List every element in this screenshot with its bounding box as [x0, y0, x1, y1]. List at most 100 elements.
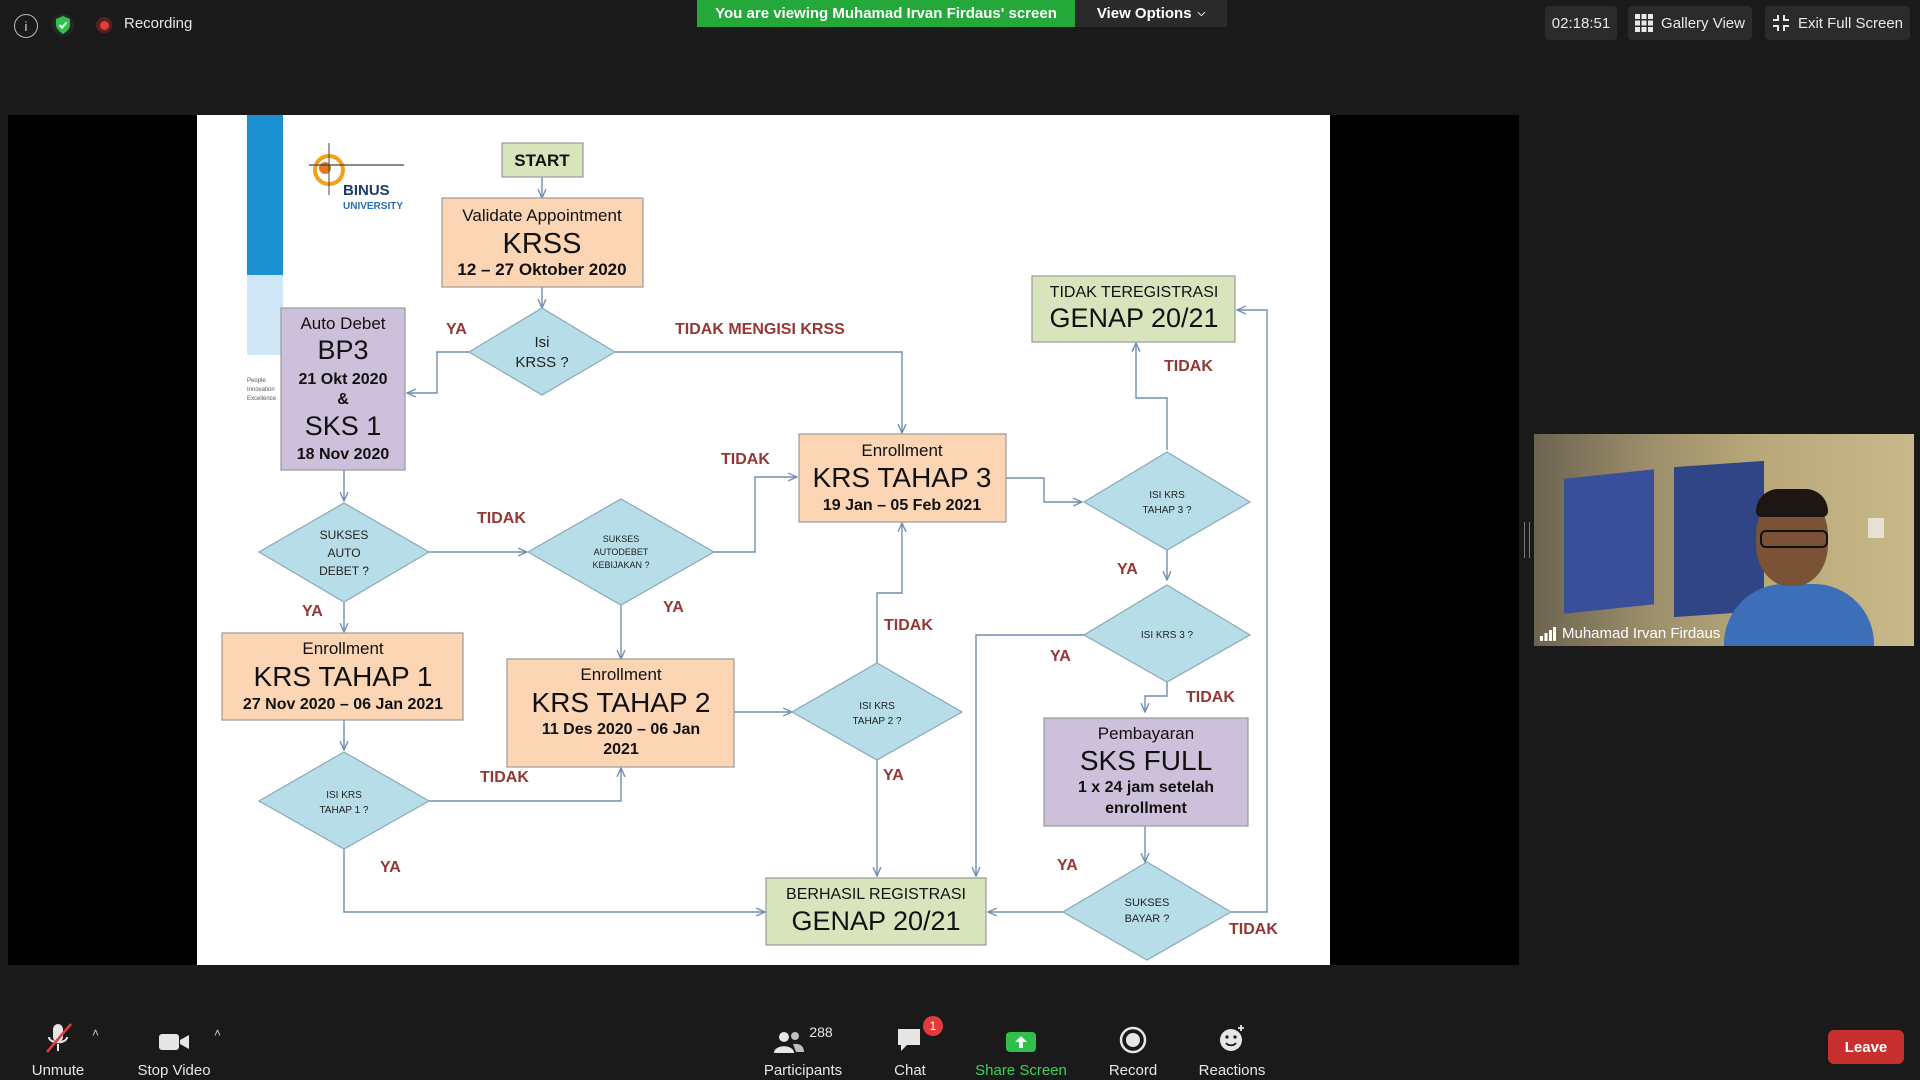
sukses-bayar-line2: BAYAR ?	[1125, 913, 1170, 925]
info-icon[interactable]: i	[14, 14, 38, 38]
svg-text:Innovation: Innovation	[247, 387, 275, 393]
side-accent-fade	[247, 275, 283, 355]
unmute-button[interactable]: Unmute	[28, 1018, 88, 1079]
label-tidak-kebijakan: TIDAK	[721, 451, 770, 468]
krs2-date1: 11 Des 2020 – 06 Jan	[542, 721, 700, 738]
record-button[interactable]: Record	[1100, 1018, 1166, 1079]
video-camera-icon	[159, 1034, 189, 1050]
viewing-banner: You are viewing Muhamad Irvan Firdaus' s…	[697, 0, 1075, 27]
microphone-muted-icon	[46, 1023, 72, 1053]
gallery-view-button[interactable]: Gallery View	[1628, 6, 1752, 40]
side-tagline: People Innovation Excellence	[247, 378, 277, 402]
krs3-big: KRS TAHAP 3	[813, 462, 992, 493]
isi-krs3-tahap-line1: ISI KRS	[1149, 490, 1185, 501]
sukses-bayar-line1: SUKSES	[1125, 897, 1170, 909]
label-tidak-mengisi-krss: TIDAK MENGISI KRSS	[675, 321, 845, 338]
validate-big: KRSS	[503, 228, 582, 260]
participants-label: Participants	[763, 1062, 843, 1079]
participant-name: Muhamad Irvan Firdaus	[1562, 625, 1721, 642]
record-icon	[1119, 1026, 1147, 1054]
krs2-big: KRS TAHAP 2	[532, 687, 711, 718]
label-tidak-auto: TIDAK	[477, 510, 526, 527]
isi-krs-tahap-3-diamond	[1082, 451, 1252, 551]
label-ya-tahap2: YA	[883, 767, 904, 784]
reactions-smiley-icon	[1220, 1025, 1244, 1051]
exit-fullscreen-icon	[1772, 15, 1789, 31]
label-ya-tahap3: YA	[1117, 561, 1138, 578]
krs2-top: Enrollment	[580, 665, 662, 684]
timer-text: 02:18:51	[1551, 14, 1611, 32]
tidak-teregistrasi-top: TIDAK TEREGISTRASI	[1050, 284, 1219, 301]
krs3-date: 19 Jan – 05 Feb 2021	[823, 497, 981, 514]
isi-krs2-line2: TAHAP 2 ?	[852, 716, 902, 727]
krs3-top: Enrollment	[861, 441, 943, 460]
chat-badge: 1	[923, 1016, 943, 1036]
participant-video[interactable]	[1534, 434, 1914, 646]
leave-label: Leave	[1844, 1038, 1888, 1056]
svg-text:BINUS: BINUS	[343, 182, 390, 199]
registration-flowchart: People Innovation Excellence BINUS UNIVE…	[221, 115, 1278, 961]
svg-text:Excellence: Excellence	[247, 396, 277, 402]
label-ya-krss: YA	[446, 321, 467, 338]
pembayaran-big: SKS FULL	[1080, 745, 1212, 776]
isi-krs3-text: ISI KRS 3 ?	[1141, 630, 1194, 641]
start-text: START	[514, 151, 570, 170]
sukses-kebijakan-line1: SUKSES	[603, 534, 640, 544]
gallery-view-label: Gallery View	[1661, 14, 1745, 32]
reactions-button[interactable]: Reactions	[1196, 1018, 1268, 1079]
krs1-date: 27 Nov 2020 – 06 Jan 2021	[243, 696, 443, 713]
svg-text:UNIVERSITY: UNIVERSITY	[343, 201, 403, 212]
participants-count: 288	[809, 1024, 833, 1040]
krs2-date2: 2021	[603, 741, 639, 758]
sukses-bayar-diamond	[1061, 861, 1233, 961]
recording-label: Recording	[124, 15, 193, 32]
isi-krs2-line1: ISI KRS	[859, 701, 895, 712]
recording-indicator[interactable]	[96, 17, 112, 33]
panel-resize-handle[interactable]	[1524, 522, 1530, 558]
label-ya-kebijakan: YA	[663, 599, 684, 616]
sukses-auto-line3: DEBET ?	[319, 564, 369, 578]
svg-text:People: People	[247, 378, 266, 384]
video-options-caret-icon[interactable]: ˄	[214, 1026, 221, 1040]
label-ya-auto: YA	[302, 603, 323, 620]
video-poster	[1564, 469, 1654, 614]
isi-krss-line1: Isi	[535, 334, 550, 351]
participants-button[interactable]: 288 Participants	[760, 1018, 846, 1079]
sukses-kebijakan-line3: KEBIJAKAN ?	[592, 560, 649, 570]
wall-switch	[1868, 518, 1884, 538]
participant-name-tag: Muhamad Irvan Firdaus	[1540, 625, 1720, 642]
grid-icon	[1635, 14, 1654, 32]
pembayaran-line2: enrollment	[1105, 800, 1187, 817]
share-screen-label: Share Screen	[975, 1062, 1067, 1079]
autodebet-date2: 18 Nov 2020	[297, 446, 390, 463]
berhasil-top: BERHASIL REGISTRASI	[786, 886, 966, 903]
chat-bubble-icon	[898, 1029, 920, 1051]
label-ya-tahap1: YA	[380, 859, 401, 876]
stop-video-button[interactable]: Stop Video	[134, 1018, 214, 1079]
share-screen-button[interactable]: Share Screen	[970, 1018, 1072, 1079]
chat-button[interactable]: 1 Chat	[884, 1016, 943, 1079]
stop-video-label: Stop Video	[137, 1062, 211, 1079]
label-tidak-bayar: TIDAK	[1229, 921, 1278, 938]
participants-icon	[774, 1032, 805, 1053]
view-options-button[interactable]: View Options ⌵	[1075, 0, 1227, 27]
autodebet-top: Auto Debet	[300, 314, 385, 333]
signal-bars-icon	[1540, 626, 1556, 641]
audio-options-caret-icon[interactable]: ˄	[92, 1026, 99, 1040]
binus-logo: BINUS UNIVERSITY	[309, 143, 404, 212]
sukses-kebijakan-line2: AUTODEBET	[594, 547, 649, 557]
pembayaran-top: Pembayaran	[1098, 724, 1194, 743]
chevron-down-icon: ⌵	[1197, 8, 1206, 19]
autodebet-date1: 21 Okt 2020	[299, 371, 388, 388]
view-options-label: View Options	[1096, 5, 1192, 22]
reactions-label: Reactions	[1198, 1062, 1266, 1079]
tidak-teregistrasi-big: GENAP 20/21	[1049, 303, 1218, 333]
security-shield-icon[interactable]	[52, 14, 74, 36]
exit-fullscreen-button[interactable]: Exit Full Screen	[1765, 6, 1910, 40]
label-tidak-tahap2: TIDAK	[884, 617, 933, 634]
meeting-timer: 02:18:51	[1545, 6, 1617, 40]
leave-button[interactable]: Leave	[1828, 1030, 1904, 1064]
person-glasses	[1760, 530, 1828, 548]
label-tidak-tahap3: TIDAK	[1164, 358, 1213, 375]
validate-top: Validate Appointment	[462, 206, 622, 225]
